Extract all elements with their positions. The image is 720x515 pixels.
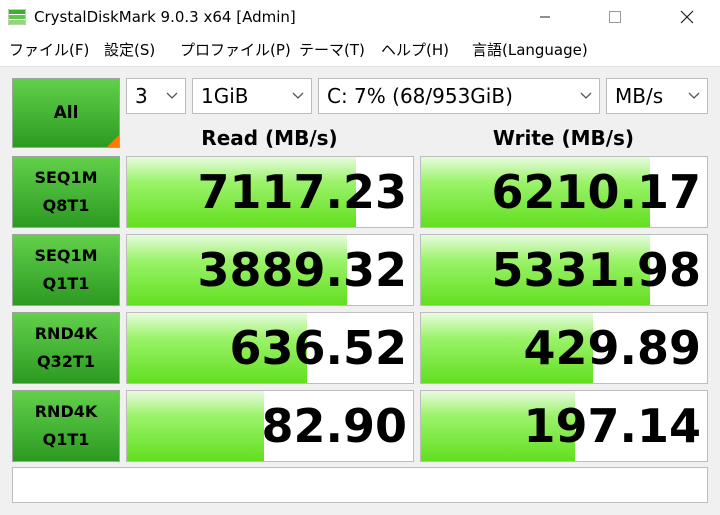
minimize-icon bbox=[540, 16, 550, 18]
test-label-line2: Q32T1 bbox=[37, 352, 95, 371]
write-value: 5331.98 bbox=[491, 243, 701, 297]
close-button[interactable] bbox=[664, 0, 710, 34]
size-select[interactable]: 1GiB bbox=[192, 78, 312, 114]
comment-field[interactable] bbox=[12, 467, 708, 503]
read-value: 636.52 bbox=[229, 321, 407, 375]
all-button-label: All bbox=[53, 103, 79, 123]
read-progress-fill bbox=[127, 391, 265, 461]
test-button-rnd4k-q1t1[interactable]: RND4K Q1T1 bbox=[12, 390, 120, 462]
unit-value: MB/s bbox=[615, 84, 664, 108]
read-result-rnd4k-q1t1: 82.90 bbox=[126, 390, 414, 462]
test-button-seq1m-q8t1[interactable]: SEQ1M Q8T1 bbox=[12, 156, 120, 228]
chevron-down-icon bbox=[292, 92, 304, 99]
read-result-seq1m-q8t1: 7117.23 bbox=[126, 156, 414, 228]
menu-profile[interactable]: プロファイル(P) bbox=[180, 40, 291, 60]
drive-select[interactable]: C: 7% (68/953GiB) bbox=[318, 78, 600, 114]
write-header: Write (MB/s) bbox=[492, 126, 635, 150]
app-icon bbox=[8, 9, 26, 25]
write-value: 429.89 bbox=[523, 321, 701, 375]
read-result-seq1m-q1t1: 3889.32 bbox=[126, 234, 414, 306]
corner-marker-icon bbox=[107, 135, 119, 147]
all-button[interactable]: All bbox=[12, 78, 120, 148]
read-header: Read (MB/s) bbox=[201, 126, 338, 150]
test-label-line2: Q8T1 bbox=[42, 196, 90, 215]
read-value: 3889.32 bbox=[197, 243, 407, 297]
write-value: 6210.17 bbox=[491, 165, 701, 219]
test-label-line1: SEQ1M bbox=[34, 246, 98, 265]
read-value: 7117.23 bbox=[197, 165, 407, 219]
test-label-line1: RND4K bbox=[34, 324, 98, 343]
maximize-button[interactable] bbox=[592, 0, 638, 34]
test-label-line1: SEQ1M bbox=[34, 168, 98, 187]
count-value: 3 bbox=[135, 84, 148, 108]
chevron-down-icon bbox=[688, 92, 700, 99]
write-result-rnd4k-q1t1: 197.14 bbox=[420, 390, 708, 462]
write-value: 197.14 bbox=[523, 399, 701, 453]
window-title: CrystalDiskMark 9.0.3 x64 [Admin] bbox=[34, 8, 296, 26]
title-bar: CrystalDiskMark 9.0.3 x64 [Admin] bbox=[0, 0, 720, 34]
test-label-line1: RND4K bbox=[34, 402, 98, 421]
close-icon bbox=[680, 10, 694, 24]
test-button-seq1m-q1t1[interactable]: SEQ1M Q1T1 bbox=[12, 234, 120, 306]
read-value: 82.90 bbox=[261, 399, 407, 453]
chevron-down-icon bbox=[580, 92, 592, 99]
menu-settings[interactable]: 設定(S) bbox=[104, 40, 155, 60]
write-result-seq1m-q8t1: 6210.17 bbox=[420, 156, 708, 228]
minimize-button[interactable] bbox=[522, 0, 568, 34]
menu-bar: ファイル(F) 設定(S) プロファイル(P) テーマ(T) ヘルプ(H) 言語… bbox=[0, 34, 720, 67]
menu-file[interactable]: ファイル(F) bbox=[9, 40, 89, 60]
menu-language[interactable]: 言語(Language) bbox=[472, 40, 588, 60]
read-result-rnd4k-q32t1: 636.52 bbox=[126, 312, 414, 384]
test-label-line2: Q1T1 bbox=[42, 274, 90, 293]
menu-theme[interactable]: テーマ(T) bbox=[299, 40, 365, 60]
count-select[interactable]: 3 bbox=[126, 78, 186, 114]
maximize-icon bbox=[609, 11, 621, 23]
drive-value: C: 7% (68/953GiB) bbox=[327, 84, 513, 108]
test-button-rnd4k-q32t1[interactable]: RND4K Q32T1 bbox=[12, 312, 120, 384]
write-result-seq1m-q1t1: 5331.98 bbox=[420, 234, 708, 306]
write-result-rnd4k-q32t1: 429.89 bbox=[420, 312, 708, 384]
size-value: 1GiB bbox=[201, 84, 249, 108]
unit-select[interactable]: MB/s bbox=[606, 78, 708, 114]
chevron-down-icon bbox=[166, 92, 178, 99]
menu-help[interactable]: ヘルプ(H) bbox=[381, 40, 449, 60]
test-label-line2: Q1T1 bbox=[42, 430, 90, 449]
